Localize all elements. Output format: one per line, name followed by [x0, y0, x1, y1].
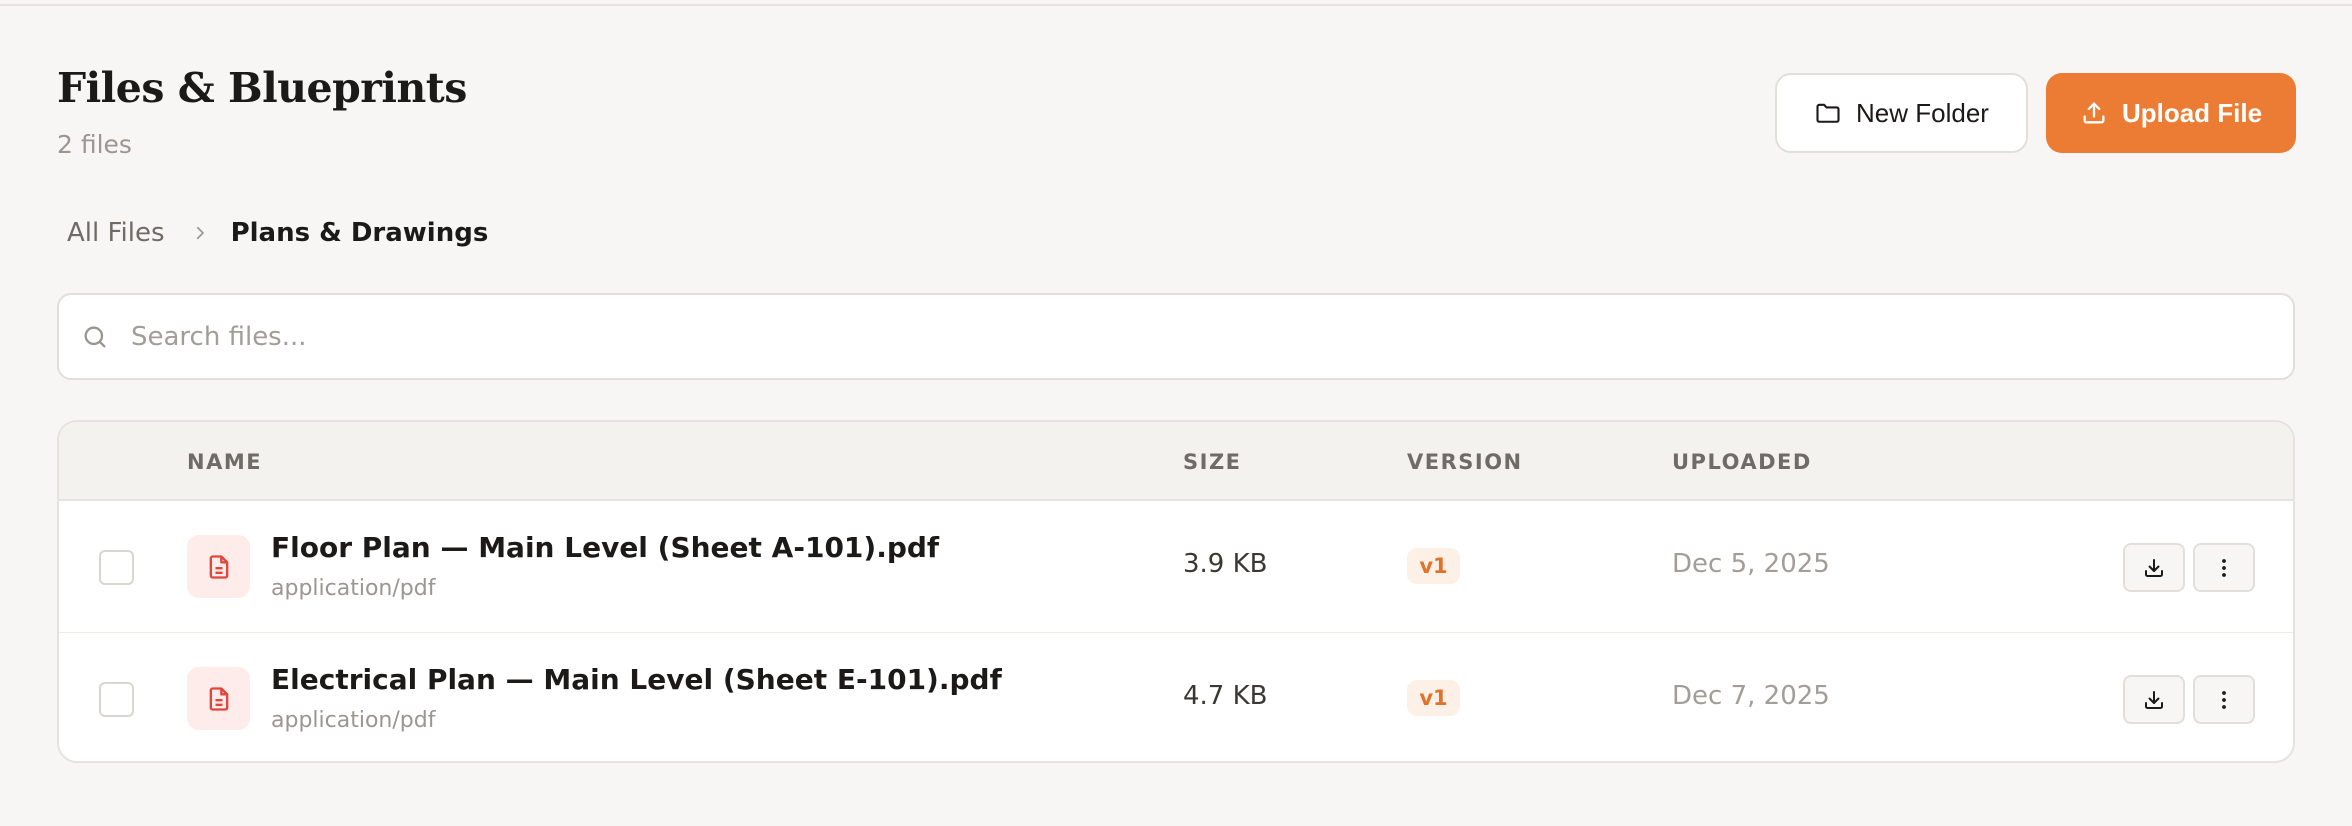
- page-title: Files & Blueprints: [57, 64, 467, 112]
- upload-date: Dec 5, 2025: [1672, 549, 1830, 579]
- download-button[interactable]: [2123, 543, 2185, 592]
- table-row[interactable]: Electrical Plan — Main Level (Sheet E-10…: [59, 632, 2293, 761]
- file-name[interactable]: Electrical Plan — Main Level (Sheet E-10…: [271, 663, 1002, 696]
- file-pdf-icon: [187, 535, 250, 598]
- file-type: application/pdf: [271, 576, 436, 601]
- file-size: 3.9 KB: [1183, 549, 1268, 579]
- folder-icon: [1816, 103, 1840, 123]
- upload-file-button[interactable]: Upload File: [2046, 73, 2296, 153]
- download-icon: [2145, 690, 2163, 709]
- more-actions-button[interactable]: [2193, 543, 2255, 592]
- file-count: 2 files: [57, 130, 132, 159]
- download-button[interactable]: [2123, 675, 2185, 724]
- breadcrumb-all-files[interactable]: All Files: [67, 218, 165, 248]
- column-header-name[interactable]: NAME: [187, 450, 262, 474]
- row-checkbox[interactable]: [99, 682, 134, 717]
- version-badge: v1: [1407, 548, 1460, 584]
- search-icon: [84, 326, 106, 347]
- upload-file-label: Upload File: [2121, 97, 2263, 128]
- column-header-uploaded[interactable]: UPLOADED: [1672, 450, 1812, 474]
- chevron-right-icon: [191, 224, 209, 242]
- new-folder-label: New Folder: [1856, 97, 1989, 128]
- upload-date: Dec 7, 2025: [1672, 681, 1830, 711]
- breadcrumb: All Files Plans & Drawings: [67, 216, 488, 250]
- file-type: application/pdf: [271, 708, 436, 733]
- column-header-version[interactable]: VERSION: [1407, 450, 1523, 474]
- more-vertical-icon: [2222, 558, 2226, 577]
- file-pdf-icon: [187, 667, 250, 730]
- file-name[interactable]: Floor Plan — Main Level (Sheet A-101).pd…: [271, 531, 939, 564]
- column-header-size[interactable]: SIZE: [1183, 450, 1242, 474]
- file-size: 4.7 KB: [1183, 681, 1268, 711]
- more-actions-button[interactable]: [2193, 675, 2255, 724]
- files-table: NAME SIZE VERSION UPLOADED Floor Plan — …: [57, 420, 2295, 763]
- table-header: NAME SIZE VERSION UPLOADED: [59, 422, 2293, 501]
- search-bar: [57, 293, 2295, 380]
- upload-icon: [2083, 102, 2105, 124]
- download-icon: [2145, 558, 2163, 577]
- search-input[interactable]: [131, 321, 2231, 352]
- top-divider: [0, 4, 2352, 6]
- version-badge: v1: [1407, 680, 1460, 716]
- breadcrumb-current: Plans & Drawings: [230, 218, 489, 248]
- table-row[interactable]: Floor Plan — Main Level (Sheet A-101).pd…: [59, 501, 2293, 632]
- row-checkbox[interactable]: [99, 550, 134, 585]
- new-folder-button[interactable]: New Folder: [1775, 73, 2028, 153]
- more-vertical-icon: [2222, 690, 2226, 709]
